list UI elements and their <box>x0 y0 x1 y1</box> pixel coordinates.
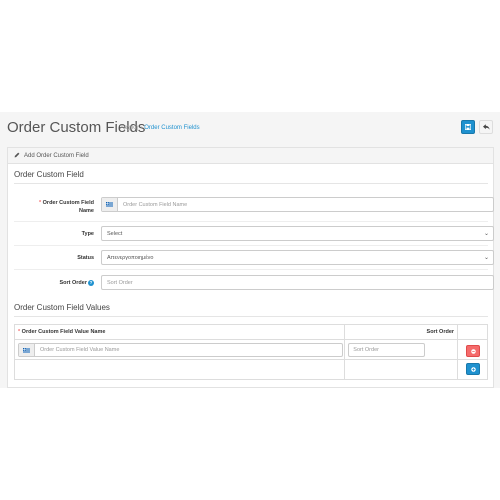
sort-label: Sort Order? <box>59 279 94 286</box>
value-sort-placeholder: Sort Order <box>353 347 379 353</box>
table-header-row: * Order Custom Field Value Name Sort Ord… <box>13 324 488 340</box>
add-field-panel: Add Order Custom Field Order Custom Fiel… <box>7 147 494 388</box>
type-select-value: Select <box>107 230 123 237</box>
sort-order-placeholder: Sort Order <box>107 279 133 286</box>
status-select-value: Απενεργοποιημένο <box>107 254 154 261</box>
save-icon <box>465 124 471 130</box>
panel-heading: Add Order Custom Field <box>8 148 493 164</box>
status-label: Status <box>77 255 94 261</box>
col-header-action <box>457 324 488 340</box>
form-row-sort: Sort Order? Sort Order <box>14 270 494 296</box>
back-button[interactable] <box>479 120 493 134</box>
name-label: * Order Custom Field Name <box>38 200 94 214</box>
page-content: Order Custom Fields Αρχική › Order Custom … <box>0 112 500 388</box>
value-name-input[interactable]: Order Custom Field Value Name <box>18 343 343 357</box>
table-footer-row <box>13 359 488 380</box>
minus-circle-icon <box>470 348 476 354</box>
value-name-cell: Order Custom Field Value Name <box>13 339 346 360</box>
value-sort-input[interactable]: Sort Order <box>348 343 426 357</box>
col-header-sort: Sort Order <box>344 324 459 340</box>
values-table: * Order Custom Field Value Name Sort Ord… <box>13 324 488 380</box>
value-name-placeholder: Order Custom Field Value Name <box>40 347 120 353</box>
page-header: Order Custom Fields Αρχική › Order Custom … <box>0 112 500 144</box>
type-label: Type <box>81 231 94 237</box>
col-header-name: * Order Custom Field Value Name <box>13 324 346 340</box>
language-flag-icon <box>102 198 118 211</box>
name-input[interactable]: Order Custom Field Name <box>101 197 494 212</box>
pencil-icon <box>14 152 20 160</box>
status-select[interactable]: Απενεργοποιημένο ⌄ <box>101 250 494 265</box>
type-select[interactable]: Select ⌄ <box>101 226 494 241</box>
chevron-down-icon: ⌄ <box>483 255 489 261</box>
plus-circle-icon <box>470 366 476 372</box>
chevron-down-icon: ⌄ <box>483 231 489 237</box>
reply-icon <box>482 124 490 130</box>
legend-values: Order Custom Field Values <box>14 303 488 317</box>
form-row-status: Status Απενεργοποιημένο ⌄ <box>14 246 494 270</box>
save-button[interactable] <box>461 120 475 134</box>
help-icon[interactable]: ? <box>88 279 94 286</box>
breadcrumb-home[interactable]: Αρχική <box>120 125 138 131</box>
add-value-button[interactable] <box>466 363 481 375</box>
sort-order-input[interactable]: Sort Order <box>101 275 494 290</box>
value-sort-cell: Sort Order <box>344 339 459 360</box>
language-flag-icon <box>19 344 35 356</box>
table-row: Order Custom Field Value Name Sort Order <box>13 339 488 360</box>
name-placeholder: Order Custom Field Name <box>123 201 188 208</box>
panel-heading-text: Add Order Custom Field <box>24 152 89 159</box>
breadcrumb: Αρχική › Order Custom Fields <box>120 125 200 131</box>
value-action-cell <box>457 339 488 360</box>
form-row-type: Type Select ⌄ <box>14 222 494 246</box>
breadcrumb-current[interactable]: Order Custom Fields <box>144 125 199 131</box>
form-row-name: * Order Custom Field Name Order Custom F… <box>14 188 494 222</box>
legend-field: Order Custom Field <box>14 170 488 184</box>
remove-value-button[interactable] <box>466 345 481 357</box>
